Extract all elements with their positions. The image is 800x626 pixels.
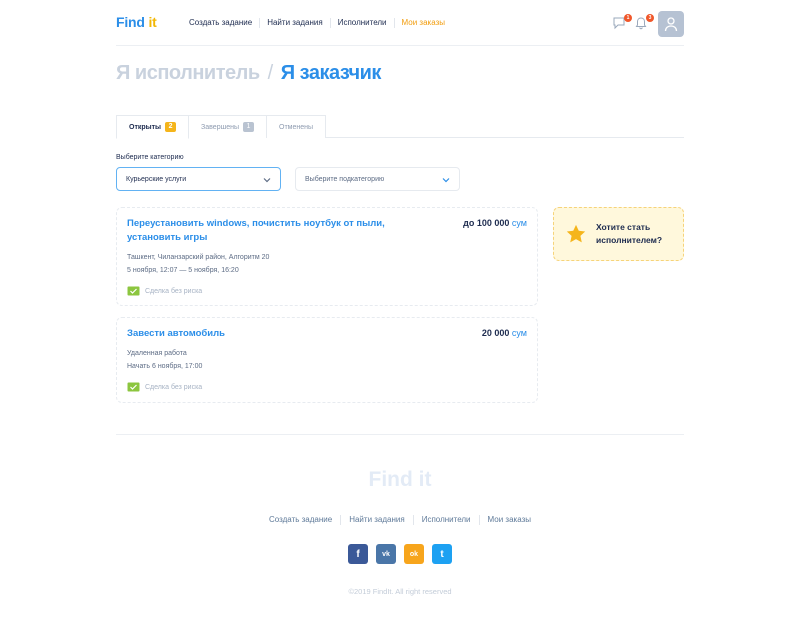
twitter-icon: t bbox=[440, 548, 444, 560]
copyright: ©2019 FindIt. All right reserved bbox=[348, 587, 452, 596]
user-icon bbox=[664, 17, 678, 32]
safe-deal-label: Сделка без риска bbox=[145, 383, 203, 391]
twitter-button[interactable]: t bbox=[432, 544, 452, 564]
footer-divider bbox=[116, 434, 684, 435]
facebook-button[interactable]: f bbox=[348, 544, 368, 564]
nav-performers[interactable]: Исполнители bbox=[329, 18, 394, 28]
order-title[interactable]: Переустановить windows, почистить ноутбу… bbox=[127, 217, 427, 245]
footer-nav-performers[interactable]: Исполнители bbox=[412, 515, 479, 525]
order-card[interactable]: Завести автомобиль 20 000 сум Удаленная … bbox=[116, 317, 538, 403]
subcategory-select[interactable]: Выберите подкатегорию bbox=[295, 167, 460, 191]
order-location: Ташкент, Чиланзарский район, Алгоритм 20 bbox=[127, 254, 270, 261]
logo[interactable]: Find it bbox=[116, 14, 157, 30]
social-links: f vk ok t bbox=[0, 544, 800, 564]
footer-nav-find-tasks[interactable]: Найти задания bbox=[340, 515, 413, 525]
vk-icon: vk bbox=[382, 550, 390, 558]
role-switch-customer[interactable]: Я заказчик bbox=[281, 62, 382, 84]
role-switch-performer[interactable]: Я исполнитель bbox=[116, 62, 260, 84]
safe-deal-label: Сделка без риска bbox=[145, 287, 203, 295]
chevron-down-icon bbox=[263, 178, 271, 183]
order-price: до 100 000 сум bbox=[463, 218, 527, 228]
promo-text: Хотите стать исполнителем? bbox=[596, 222, 663, 245]
safe-deal-icon bbox=[127, 286, 140, 296]
star-icon bbox=[566, 224, 586, 243]
avatar[interactable] bbox=[658, 11, 684, 37]
category-label: Выберите категорию bbox=[116, 154, 184, 161]
odnoklassniki-button[interactable]: ok bbox=[404, 544, 424, 564]
order-title[interactable]: Завести автомобиль bbox=[127, 327, 427, 341]
footer-nav: Создать задание Найти задания Исполнител… bbox=[0, 515, 800, 525]
tab-open-count: 2 bbox=[165, 122, 177, 132]
order-status-tabs: Открыты 2 Завершены 1 Отменены bbox=[116, 115, 684, 139]
tab-cancelled[interactable]: Отменены bbox=[266, 115, 327, 138]
chevron-down-icon bbox=[442, 178, 450, 183]
safe-deal-badge: Сделка без риска bbox=[127, 382, 202, 392]
tab-completed-label: Завершены bbox=[201, 123, 239, 131]
page-title: Я исполнитель / Я заказчик bbox=[116, 62, 381, 85]
order-price-currency: сум bbox=[511, 328, 527, 338]
nav-create-task[interactable]: Создать задание bbox=[182, 18, 259, 28]
tab-completed-count: 1 bbox=[243, 122, 254, 132]
logo-part1: Find bbox=[116, 14, 145, 30]
tab-completed[interactable]: Завершены 1 bbox=[188, 115, 267, 138]
footer-logo[interactable]: Find it bbox=[0, 468, 800, 492]
footer-nav-my-orders[interactable]: Мои заказы bbox=[478, 515, 539, 525]
order-price-amount: до 100 000 bbox=[463, 218, 510, 228]
safe-deal-badge: Сделка без риска bbox=[127, 286, 202, 296]
tab-open[interactable]: Открыты 2 bbox=[116, 115, 190, 139]
site-header: Find it Создать задание Найти задания Ис… bbox=[116, 10, 684, 46]
become-performer-promo[interactable]: Хотите стать исполнителем? bbox=[553, 207, 684, 261]
order-dates: Начать 6 ноября, 17:00 bbox=[127, 363, 203, 370]
order-price-currency: сум bbox=[511, 218, 527, 228]
title-separator: / bbox=[267, 62, 274, 84]
nav-find-tasks[interactable]: Найти задания bbox=[259, 18, 330, 28]
notifications-count-badge: 3 bbox=[646, 14, 654, 22]
tab-cancelled-label: Отменены bbox=[279, 123, 314, 131]
odnoklassniki-icon: ok bbox=[409, 550, 419, 558]
tab-open-label: Открыты bbox=[129, 123, 162, 131]
order-dates: 5 ноября, 12:07 — 5 ноября, 16:20 bbox=[127, 267, 239, 274]
facebook-icon: f bbox=[356, 548, 360, 560]
order-card[interactable]: Переустановить windows, почистить ноутбу… bbox=[116, 207, 538, 306]
nav-my-orders[interactable]: Мои заказы bbox=[393, 18, 452, 28]
order-location: Удаленная работа bbox=[127, 350, 187, 357]
order-price-amount: 20 000 bbox=[481, 328, 510, 338]
logo-part2: it bbox=[148, 14, 157, 30]
footer-nav-create-task[interactable]: Создать задание bbox=[261, 515, 340, 525]
category-select[interactable]: Курьерские услуги bbox=[116, 167, 281, 191]
subcategory-select-value: Выберите подкатегорию bbox=[305, 175, 385, 183]
notifications-button[interactable]: 3 bbox=[634, 14, 654, 32]
messages-count-badge: 1 bbox=[624, 14, 632, 22]
main-nav: Создать задание Найти задания Исполнител… bbox=[182, 18, 452, 28]
category-select-value: Курьерские услуги bbox=[126, 175, 187, 183]
safe-deal-icon bbox=[127, 382, 140, 392]
order-price: 20 000 сум bbox=[482, 328, 527, 338]
vk-button[interactable]: vk bbox=[376, 544, 396, 564]
messages-button[interactable]: 1 bbox=[612, 14, 632, 32]
